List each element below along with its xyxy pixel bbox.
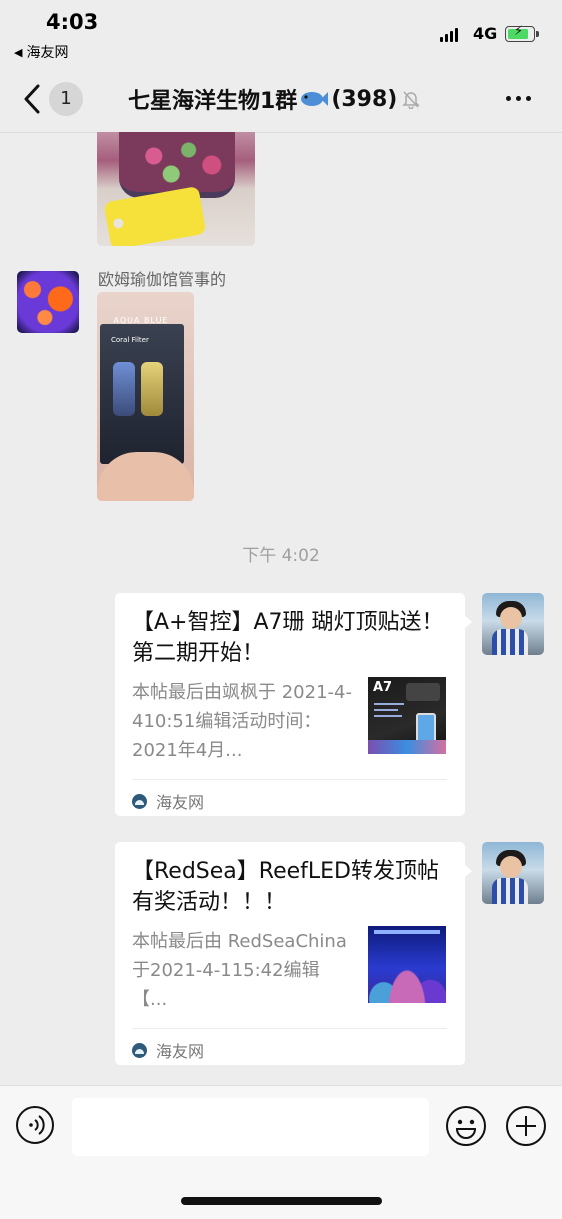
card-divider: [132, 1028, 447, 1029]
coral-photo-message[interactable]: [97, 132, 255, 246]
back-to-app-link[interactable]: ◀ 海友网: [14, 42, 68, 62]
battery-icon: ⚡: [505, 24, 539, 42]
message-input[interactable]: [72, 1098, 429, 1156]
avatar[interactable]: [17, 271, 79, 333]
group-title[interactable]: 七星海洋生物1群 (398): [128, 83, 421, 115]
status-time: 4:03: [46, 10, 99, 34]
back-app-label: 海友网: [26, 45, 69, 61]
card-thumbnail: [368, 926, 446, 1003]
avatar[interactable]: [482, 842, 544, 904]
thumbnail-label: A7: [373, 680, 393, 695]
fish-emoji-icon: [299, 89, 329, 109]
link-card[interactable]: 【A+智控】A7珊 瑚灯顶贴送！第二期开始！ 本帖最后由飒枫于 2021-4-4…: [115, 593, 472, 816]
card-description: 本帖最后由飒枫于 2021-4-410:51编辑活动时间：2021年4月...: [132, 682, 352, 761]
chat-header: 1 七星海洋生物1群 (398): [0, 70, 562, 133]
voice-icon[interactable]: [15, 1105, 55, 1145]
card-title: 【RedSea】ReefLED转发顶帖有奖活动！！！: [132, 859, 439, 915]
card-source: 海友网: [132, 789, 204, 813]
group-name: 七星海洋生物1群: [128, 89, 298, 114]
member-count: (398): [331, 86, 398, 112]
emoji-icon[interactable]: [445, 1105, 487, 1147]
back-chevron-icon[interactable]: [18, 82, 48, 116]
message-timestamp: 下午 4:02: [242, 546, 320, 566]
source-name: 海友网: [156, 793, 205, 812]
sender-name: 欧姆瑜伽馆管事的: [98, 270, 227, 289]
card-description: 本帖最后由 RedSeaChina于2021-4-115:42编辑【...: [132, 931, 347, 1010]
card-title: 【A+智控】A7珊 瑚灯顶贴送！第二期开始！: [132, 610, 444, 666]
filter-label-text: Coral Filter: [111, 336, 149, 344]
haiyou-logo-icon: [132, 793, 147, 809]
signal-icon: [440, 27, 458, 42]
mute-bell-icon: [401, 89, 421, 110]
card-source: 海友网: [132, 1038, 204, 1062]
link-card[interactable]: 【RedSea】ReefLED转发顶帖有奖活动！！！ 本帖最后由 RedSeaC…: [115, 842, 472, 1065]
home-indicator[interactable]: [181, 1197, 382, 1205]
card-divider: [132, 779, 447, 780]
status-bar: 4:03 ◀ 海友网 4G ⚡: [0, 0, 562, 70]
more-dots-icon[interactable]: [506, 96, 531, 101]
back-triangle-icon: ◀: [14, 45, 23, 59]
haiyou-logo-icon: [132, 1042, 147, 1058]
card-thumbnail: A7: [368, 677, 446, 754]
filter-brand-text: AQUA BLUE: [113, 316, 169, 325]
avatar[interactable]: [482, 593, 544, 655]
plus-icon[interactable]: [505, 1105, 547, 1147]
network-type: 4G: [473, 24, 498, 43]
unread-count-badge[interactable]: 1: [49, 82, 83, 116]
filter-photo-message[interactable]: AQUA BLUE Coral Filter: [97, 292, 194, 501]
source-name: 海友网: [156, 1042, 205, 1061]
